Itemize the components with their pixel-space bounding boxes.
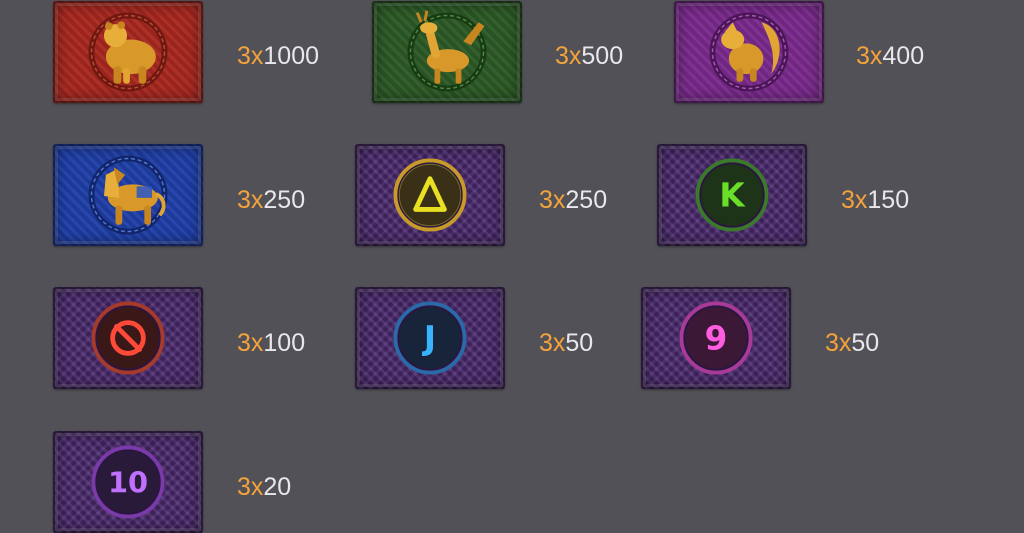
multiplier-label: 3x <box>856 42 883 70</box>
gem-k-icon: K <box>695 158 769 232</box>
multiplier-label: 3x <box>237 329 264 357</box>
gem-10-icon: 10 <box>91 445 165 519</box>
payout-amount: 500 <box>581 42 624 70</box>
svg-text:10: 10 <box>108 466 148 500</box>
payout-fox: 3x400 <box>856 41 924 71</box>
multiplier-label: 3x <box>539 329 566 357</box>
payout-ten: 3x20 <box>237 472 291 502</box>
symbol-tile-deer <box>372 1 522 103</box>
payout-amount: 250 <box>263 186 306 214</box>
payout-k: 3x150 <box>841 185 909 215</box>
gold-horse-icon <box>88 155 168 235</box>
gem-j-icon: J <box>393 301 467 375</box>
payout-amount: 50 <box>851 329 880 357</box>
payout-amount: 400 <box>882 42 925 70</box>
gem-a-icon <box>393 158 467 232</box>
gold-bear-icon <box>88 12 168 92</box>
multiplier-label: 3x <box>237 42 264 70</box>
payout-horse: 3x250 <box>237 185 305 215</box>
svg-text:J: J <box>422 320 436 358</box>
svg-text:9: 9 <box>705 320 728 358</box>
payout-amount: 20 <box>263 473 292 501</box>
multiplier-label: 3x <box>555 42 582 70</box>
payout-q: 3x100 <box>237 328 305 358</box>
symbol-tile-ten: 10 <box>53 431 203 533</box>
payout-bear: 3x1000 <box>237 41 319 71</box>
symbol-tile-nine: 9 <box>641 287 791 389</box>
symbol-tile-fox <box>674 1 824 103</box>
multiplier-label: 3x <box>539 186 566 214</box>
multiplier-label: 3x <box>237 473 264 501</box>
payout-deer: 3x500 <box>555 41 623 71</box>
payout-j: 3x50 <box>539 328 593 358</box>
symbol-tile-k: K <box>657 144 807 246</box>
payout-a: 3x250 <box>539 185 607 215</box>
symbol-tile-a <box>355 144 505 246</box>
symbol-tile-q <box>53 287 203 389</box>
payout-amount: 100 <box>263 329 306 357</box>
gem-q-icon <box>91 301 165 375</box>
payout-nine: 3x50 <box>825 328 879 358</box>
multiplier-label: 3x <box>841 186 868 214</box>
symbol-tile-bear <box>53 1 203 103</box>
symbol-tile-horse <box>53 144 203 246</box>
gold-fox-icon <box>709 12 789 92</box>
multiplier-label: 3x <box>825 329 852 357</box>
payout-amount: 1000 <box>263 42 320 70</box>
gem-9-icon: 9 <box>679 301 753 375</box>
symbol-tile-j: J <box>355 287 505 389</box>
svg-text:K: K <box>719 177 746 215</box>
gold-deer-icon <box>407 10 487 92</box>
payout-amount: 250 <box>565 186 608 214</box>
payout-amount: 50 <box>565 329 594 357</box>
payout-amount: 150 <box>867 186 910 214</box>
multiplier-label: 3x <box>237 186 264 214</box>
